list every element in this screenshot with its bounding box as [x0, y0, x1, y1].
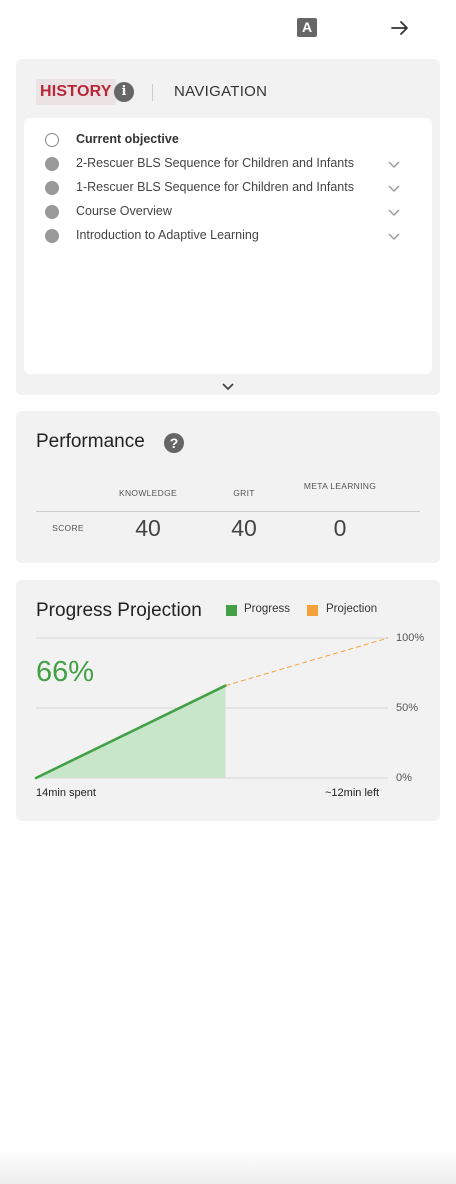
- chevron-down-icon[interactable]: [387, 206, 401, 220]
- tick-label-100: 100%: [396, 632, 425, 644]
- progress-chart: [34, 637, 389, 780]
- knowledge-score: 40: [135, 515, 161, 541]
- history-list: Current objective 2-Rescuer BLS Sequence…: [24, 118, 432, 374]
- info-icon[interactable]: i: [114, 82, 134, 102]
- history-item-label: Course Overview: [76, 204, 172, 218]
- bottom-shadow: [0, 1150, 456, 1184]
- row-label-score: SCORE: [52, 523, 84, 533]
- progress-projection-panel: Progress Projection Progress Projection …: [16, 580, 440, 821]
- history-item-label: Introduction to Adaptive Learning: [76, 228, 259, 242]
- history-panel: HISTORY i NAVIGATION Current objective 2…: [16, 59, 440, 395]
- progress-percent: 66%: [36, 656, 95, 688]
- history-item-label: 2-Rescuer BLS Sequence for Children and …: [76, 156, 354, 170]
- history-item[interactable]: 2-Rescuer BLS Sequence for Children and …: [24, 152, 432, 176]
- history-item[interactable]: 1-Rescuer BLS Sequence for Children and …: [24, 176, 432, 200]
- column-header-grit: GRIT: [233, 488, 255, 498]
- expand-chevron-icon[interactable]: [221, 380, 235, 394]
- tab-history[interactable]: HISTORY: [36, 79, 116, 105]
- meta-learning-score: 0: [333, 515, 347, 541]
- arrow-right-icon[interactable]: [389, 17, 411, 39]
- column-header-knowledge: KNOWLEDGE: [119, 488, 177, 498]
- time-left-label: ~12min left: [325, 787, 380, 799]
- chevron-down-icon[interactable]: [387, 182, 401, 196]
- grit-score: 40: [231, 515, 257, 541]
- performance-panel: Performance ? KNOWLEDGE GRIT META LEARNI…: [16, 411, 440, 563]
- font-size-icon[interactable]: A: [297, 18, 317, 37]
- chevron-down-icon[interactable]: [387, 158, 401, 172]
- table-divider: [36, 511, 420, 512]
- filled-circle-icon: [45, 229, 59, 243]
- empty-circle-icon: [45, 133, 59, 147]
- history-item-label: 1-Rescuer BLS Sequence for Children and …: [76, 180, 354, 194]
- filled-circle-icon: [45, 205, 59, 219]
- projection-line: [225, 637, 389, 687]
- tick-label-0: 0%: [396, 772, 412, 784]
- history-item[interactable]: Introduction to Adaptive Learning: [24, 224, 432, 248]
- history-item[interactable]: Course Overview: [24, 200, 432, 224]
- tab-navigation[interactable]: NAVIGATION: [174, 79, 267, 105]
- history-item-label: Current objective: [76, 132, 179, 146]
- history-item-current[interactable]: Current objective: [24, 128, 432, 152]
- performance-title: Performance: [36, 431, 145, 452]
- tab-divider: [152, 84, 153, 101]
- column-header-meta-learning: META LEARNING: [303, 481, 377, 491]
- tick-label-50: 50%: [396, 702, 419, 714]
- chevron-down-icon[interactable]: [387, 230, 401, 244]
- time-spent-label: 14min spent: [36, 787, 96, 799]
- filled-circle-icon: [45, 181, 59, 195]
- help-icon[interactable]: ?: [164, 433, 184, 453]
- filled-circle-icon: [45, 157, 59, 171]
- top-bar: A: [0, 0, 456, 56]
